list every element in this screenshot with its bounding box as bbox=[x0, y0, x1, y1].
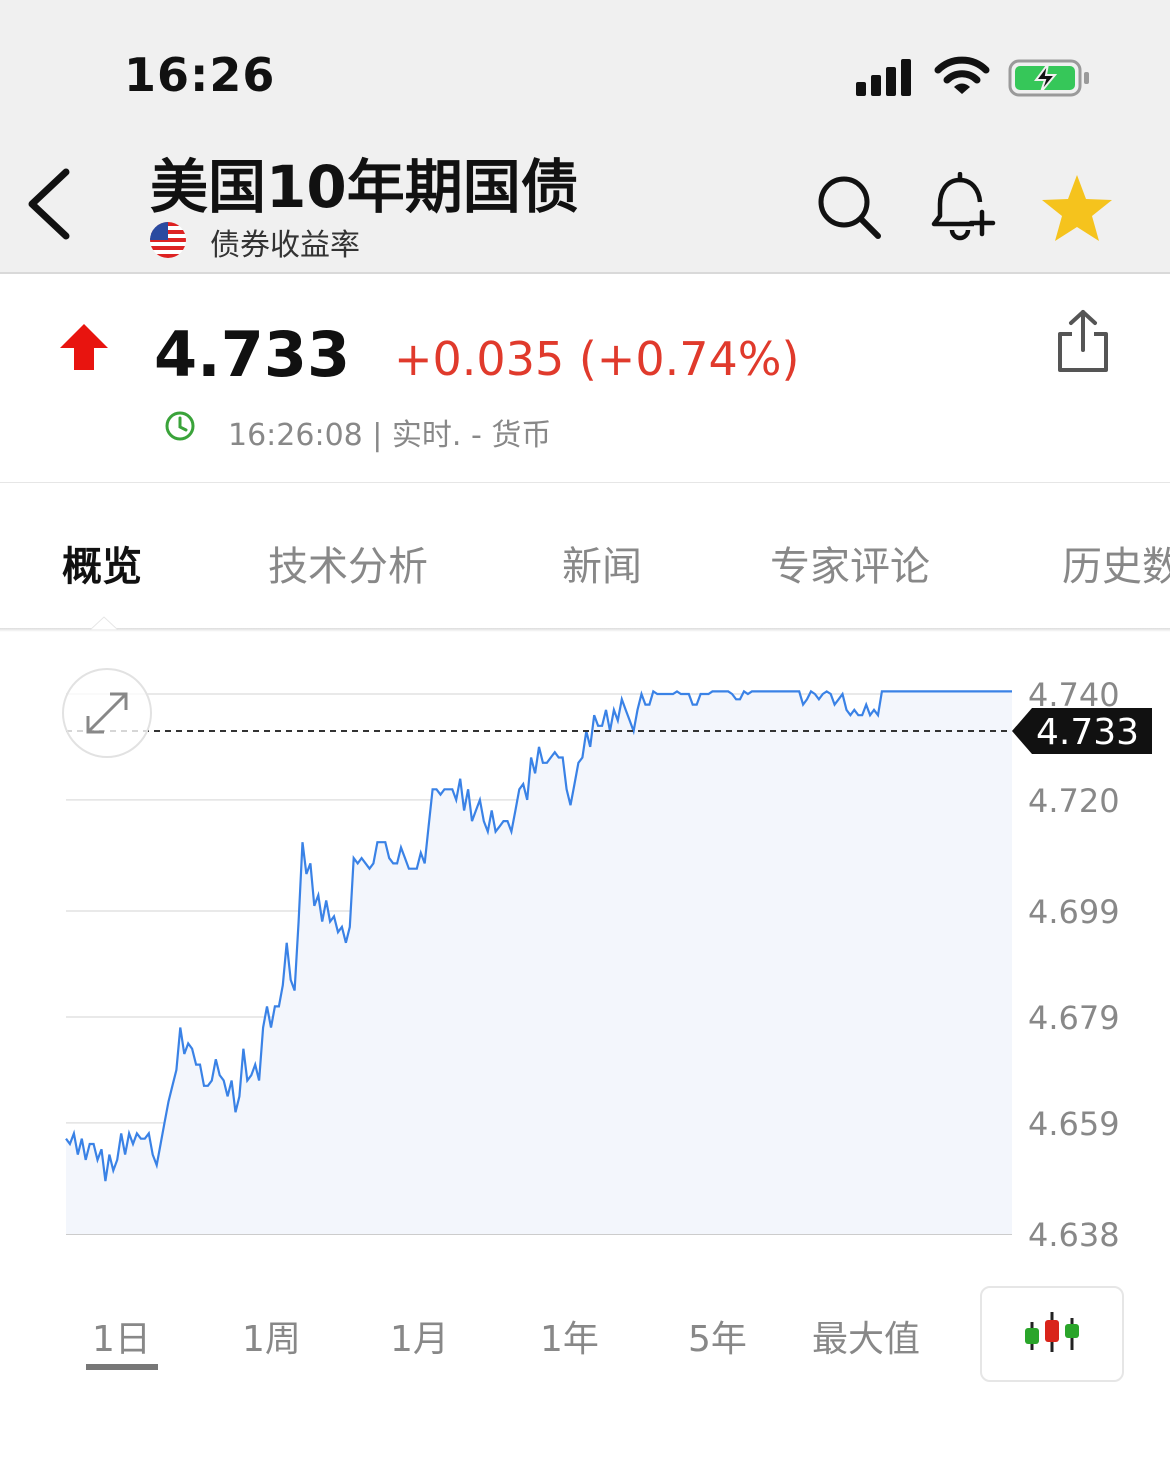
price-chart[interactable]: 4.7404.7204.6994.6794.6594.638 16:3022:0… bbox=[0, 640, 1170, 1260]
active-tab-caret-icon bbox=[90, 616, 118, 630]
divider bbox=[0, 482, 1170, 483]
chart-type-button[interactable] bbox=[980, 1286, 1124, 1382]
tab-technical-analysis[interactable]: 技术分析 bbox=[268, 534, 428, 592]
cellular-signal-icon bbox=[856, 59, 911, 96]
wifi-icon bbox=[934, 56, 990, 94]
y-tick-label: 4.659 bbox=[1028, 1105, 1120, 1143]
share-icon[interactable] bbox=[1056, 308, 1110, 374]
status-time: 16:26 bbox=[124, 48, 276, 102]
search-icon[interactable] bbox=[814, 172, 884, 242]
tab-news[interactable]: 新闻 bbox=[562, 534, 642, 592]
us-flag-icon bbox=[150, 222, 186, 258]
expand-icon bbox=[86, 692, 128, 734]
period-1y[interactable]: 1年 bbox=[540, 1310, 599, 1362]
back-arrow-icon[interactable] bbox=[24, 168, 74, 240]
instrument-type: 债券收益率 bbox=[210, 228, 360, 263]
add-alert-bell-icon[interactable] bbox=[926, 172, 996, 242]
tab-overview[interactable]: 概览 bbox=[62, 534, 142, 592]
period-max[interactable]: 最大值 bbox=[812, 1310, 920, 1362]
tab-bar-shadow bbox=[0, 628, 1170, 632]
tab-historical-data[interactable]: 历史数 bbox=[1062, 534, 1170, 592]
chart-area-fill bbox=[66, 691, 1012, 1234]
y-tick-label: 4.638 bbox=[1028, 1216, 1120, 1254]
period-1m[interactable]: 1月 bbox=[390, 1310, 449, 1362]
period-1d[interactable]: 1日 bbox=[92, 1310, 151, 1362]
y-tick-label: 4.699 bbox=[1028, 893, 1120, 931]
period-1w[interactable]: 1周 bbox=[242, 1310, 301, 1362]
period-5y[interactable]: 5年 bbox=[688, 1310, 747, 1362]
active-period-underline bbox=[86, 1364, 158, 1370]
favorite-star-icon[interactable] bbox=[1040, 172, 1114, 244]
quote-timestamp: 16:26:08 | 实时. - 货币 bbox=[228, 418, 552, 453]
expand-chart-button[interactable] bbox=[62, 668, 152, 758]
up-arrow-icon bbox=[60, 324, 108, 370]
current-price-label: 4.733 bbox=[1036, 712, 1139, 753]
y-tick-label: 4.720 bbox=[1028, 782, 1120, 820]
battery-charging-icon bbox=[1008, 59, 1089, 97]
page-title: 美国10年期国债 bbox=[150, 153, 579, 221]
clock-icon bbox=[165, 411, 195, 441]
current-price-tag: 4.733 bbox=[1012, 708, 1152, 755]
y-tick-label: 4.679 bbox=[1028, 999, 1120, 1037]
tab-bar: 概览 技术分析 新闻 专家评论 历史数 bbox=[0, 484, 1170, 628]
candlestick-icon bbox=[1025, 1312, 1079, 1352]
last-price: 4.733 bbox=[154, 318, 351, 391]
price-change: +0.035 (+0.74%) bbox=[394, 332, 800, 386]
tab-expert-comments[interactable]: 专家评论 bbox=[770, 534, 930, 592]
